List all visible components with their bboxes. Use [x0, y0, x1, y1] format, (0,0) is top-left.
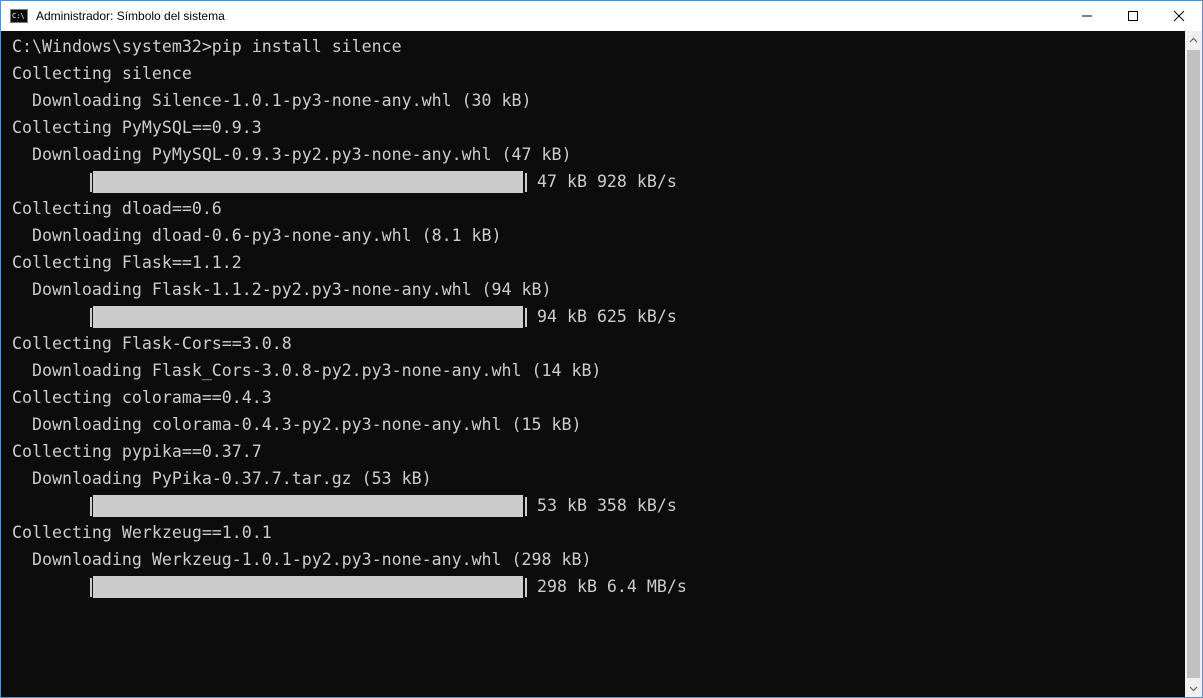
maximize-button[interactable]	[1110, 1, 1156, 31]
console-line: Collecting Werkzeug==1.0.1	[12, 523, 272, 542]
progress-bar-right-edge	[525, 173, 527, 192]
progress-bar	[93, 171, 523, 193]
progress-bar-fill	[93, 576, 523, 598]
progress-bar-left-edge	[90, 578, 92, 597]
progress-text: 47 kB 928 kB/s	[537, 172, 677, 191]
window-controls	[1064, 1, 1202, 31]
console-line: Downloading Flask-1.1.2-py2.py3-none-any…	[12, 280, 552, 299]
progress-bar-left-edge	[90, 173, 92, 192]
console-line: Downloading Flask_Cors-3.0.8-py2.py3-non…	[12, 361, 602, 380]
progress-bar-fill	[93, 171, 523, 193]
progress-bar-fill	[93, 495, 523, 517]
console-line: Downloading PyMySQL-0.9.3-py2.py3-none-a…	[12, 145, 572, 164]
console-line: Downloading Silence-1.0.1-py3-none-any.w…	[12, 91, 532, 110]
minimize-button[interactable]	[1064, 1, 1110, 31]
progress-bar-fill	[93, 306, 523, 328]
progress-bar	[93, 576, 523, 598]
scroll-thumb[interactable]	[1187, 50, 1200, 678]
progress-bar-left-edge	[90, 497, 92, 516]
console-line: C:\Windows\system32>pip install silence	[12, 37, 402, 56]
console-line: Collecting dload==0.6	[12, 199, 222, 218]
progress-bar-left-edge	[90, 308, 92, 327]
progress-text: 298 kB 6.4 MB/s	[537, 577, 687, 596]
cmd-icon[interactable]: C:\	[10, 9, 28, 23]
cmd-window: C:\ Administrador: Símbolo del sistema C…	[0, 0, 1203, 698]
console-line: Collecting PyMySQL==0.9.3	[12, 118, 262, 137]
maximize-icon	[1128, 11, 1138, 21]
progress-bar-right-edge	[525, 497, 527, 516]
window-title: Administrador: Símbolo del sistema	[36, 9, 225, 23]
scroll-up-button[interactable]	[1185, 31, 1202, 48]
scroll-down-arrow-icon	[1189, 686, 1198, 691]
close-button[interactable]	[1156, 1, 1202, 31]
progress-bar-right-edge	[525, 578, 527, 597]
progress-text: 94 kB 625 kB/s	[537, 307, 677, 326]
console-line: Collecting Flask-Cors==3.0.8	[12, 334, 292, 353]
console-line: Downloading dload-0.6-py3-none-any.whl (…	[12, 226, 502, 245]
console-line: Collecting colorama==0.4.3	[12, 388, 272, 407]
progress-bar	[93, 495, 523, 517]
progress-bar	[93, 306, 523, 328]
console-line: Collecting silence	[12, 64, 192, 83]
console-output[interactable]: C:\Windows\system32>pip install silence C…	[1, 31, 1187, 697]
title-bar[interactable]: C:\ Administrador: Símbolo del sistema	[1, 1, 1202, 31]
close-icon	[1173, 10, 1185, 22]
console-line: Collecting Flask==1.1.2	[12, 253, 242, 272]
scroll-down-button[interactable]	[1185, 680, 1202, 697]
console-line: Downloading Werkzeug-1.0.1-py2.py3-none-…	[12, 550, 592, 569]
console-line: Downloading PyPika-0.37.7.tar.gz (53 kB)	[12, 469, 432, 488]
vertical-scrollbar[interactable]	[1185, 31, 1202, 697]
minimize-icon	[1082, 15, 1092, 17]
progress-text: 53 kB 358 kB/s	[537, 496, 677, 515]
console-line: Downloading colorama-0.4.3-py2.py3-none-…	[12, 415, 582, 434]
progress-bar-right-edge	[525, 308, 527, 327]
console-line: Collecting pypika==0.37.7	[12, 442, 262, 461]
scroll-up-arrow-icon	[1189, 37, 1198, 42]
